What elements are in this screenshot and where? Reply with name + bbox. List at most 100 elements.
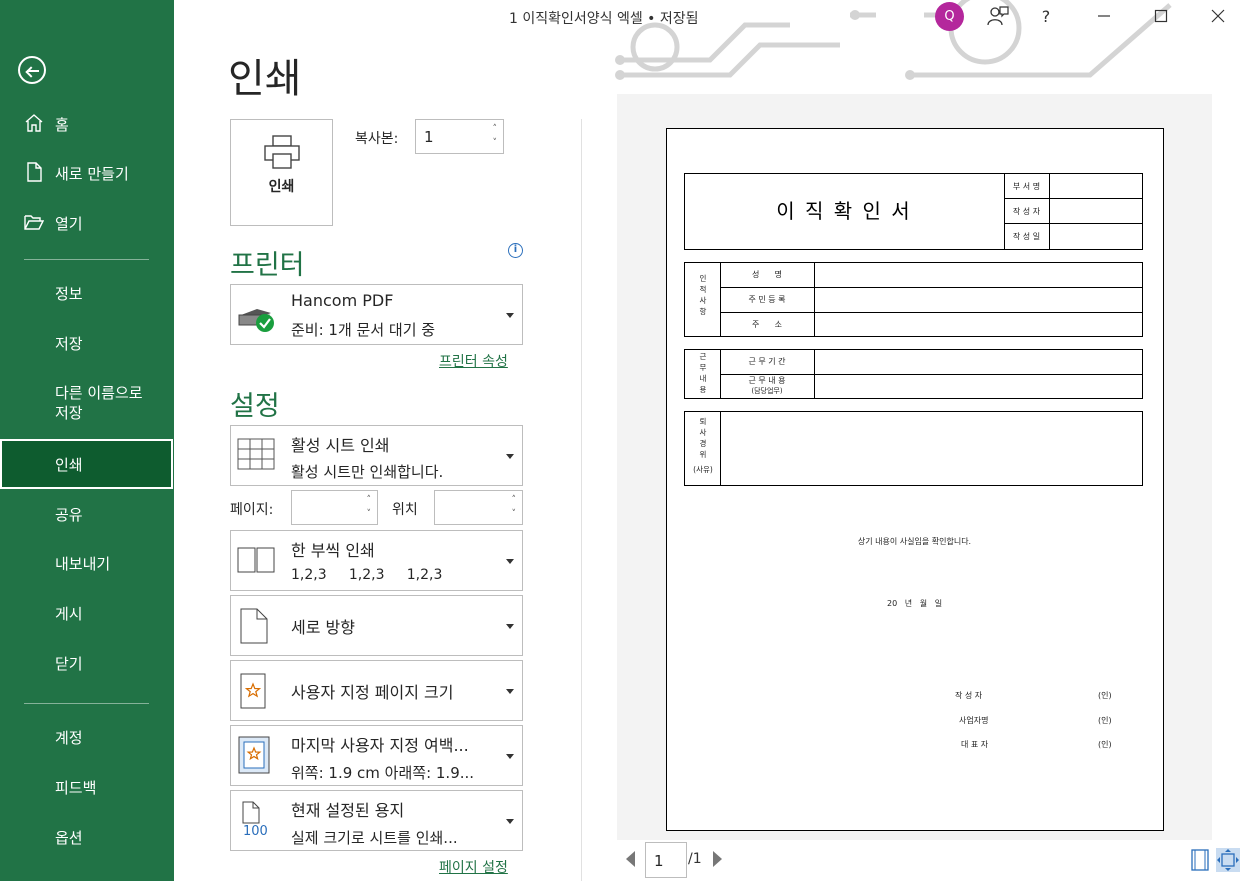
approval-label: 부 서 명: [1012, 182, 1041, 191]
orientation-dropdown[interactable]: 세로 방향: [230, 595, 523, 656]
pages-to-input[interactable]: ˄ ˅: [434, 490, 523, 525]
work-section-label: 근무내용: [699, 352, 707, 394]
paper-size-dropdown[interactable]: 사용자 지정 페이지 크기: [230, 660, 523, 721]
page-number-value: 1: [654, 852, 664, 870]
spin-arrows-icon[interactable]: ˄ ˅: [512, 493, 517, 521]
pages-label: 페이지:: [230, 502, 274, 518]
backstage-sidebar: 홈 새로 만들기 열기 정보 저장 다른 이름으로 저장 인쇄 공유 내보내기 …: [0, 0, 174, 881]
title-bar-field: [876, 9, 924, 23]
personal-row-label: 성 명: [752, 270, 782, 279]
printer-properties-link[interactable]: 프린터 속성: [439, 351, 508, 371]
sidebar-item-print[interactable]: 인쇄: [0, 439, 173, 489]
printer-heading: 프린터: [230, 250, 305, 281]
collate-title: 한 부씩 인쇄: [291, 541, 375, 560]
sidebar-item-home[interactable]: 홈: [0, 99, 174, 149]
reason-section-label: 퇴사경위: [699, 417, 707, 459]
sidebar-item-new[interactable]: 새로 만들기: [0, 148, 174, 198]
panel-divider: [581, 119, 582, 881]
pages-from-input[interactable]: ˄ ˅: [291, 490, 378, 525]
personal-section-label: 인적사항: [699, 274, 707, 316]
sidebar-item-export[interactable]: 내보내기: [0, 538, 174, 588]
maximize-icon[interactable]: [1149, 4, 1173, 28]
window-title: 1 이직확인서양식 엑셀 • 저장됨: [509, 11, 699, 27]
sidebar-item-save-as[interactable]: 다른 이름으로 저장: [0, 378, 174, 428]
approval-label: 작 성 자: [1012, 207, 1041, 216]
sidebar-item-label: 저장: [55, 404, 83, 422]
sidebar-item-label: 인쇄: [55, 455, 83, 474]
sidebar-item-label: 공유: [55, 505, 83, 524]
sidebar-item-feedback[interactable]: 피드백: [0, 762, 174, 812]
sidebar-item-label: 다른 이름으로: [55, 384, 143, 402]
print-button[interactable]: 인쇄: [230, 119, 333, 226]
scaling-dropdown[interactable]: 100 현재 설정된 용지 실제 크기로 시트를 인쇄...: [230, 790, 523, 851]
reason-section-sublabel: (사유): [693, 465, 713, 474]
chevron-down-icon: [506, 559, 514, 564]
printer-status: 준비: 1개 문서 대기 중: [291, 321, 436, 339]
margins-dropdown[interactable]: 마지막 사용자 지정 여백... 위쪽: 1.9 cm 아래쪽: 1.9...: [230, 725, 523, 786]
margins-title: 마지막 사용자 지정 여백...: [291, 736, 469, 755]
sidebar-item-label: 홈: [55, 115, 69, 134]
copies-stepper[interactable]: 1 ˄ ˅: [415, 119, 504, 154]
sidebar-item-label: 게시: [55, 604, 83, 623]
approval-label: 작 성 일: [1012, 232, 1041, 241]
spin-arrows-icon[interactable]: ˄ ˅: [367, 493, 372, 521]
collate-desc: 1,2,3 1,2,3 1,2,3: [291, 567, 443, 583]
zoom-to-page-icon[interactable]: [1216, 848, 1240, 872]
sidebar-item-close[interactable]: 닫기: [0, 638, 174, 688]
sidebar-item-label: 피드백: [55, 778, 97, 797]
collate-icon: [237, 547, 275, 573]
show-margins-icon[interactable]: [1188, 848, 1212, 872]
account-avatar[interactable]: Q: [935, 2, 964, 31]
sidebar-item-label: 옵션: [55, 828, 83, 847]
chevron-down-icon: [506, 754, 514, 759]
doc-title: 이 직 확 인 서: [776, 199, 912, 223]
sidebar-item-share[interactable]: 공유: [0, 489, 174, 539]
copies-label: 복사본:: [355, 131, 399, 147]
share-person-icon[interactable]: [986, 4, 1010, 28]
seal-mark: (인): [1098, 716, 1112, 725]
sidebar-item-label: 닫기: [55, 654, 83, 673]
sidebar-item-label: 내보내기: [55, 554, 111, 573]
next-page-icon[interactable]: [713, 851, 722, 867]
minimize-icon[interactable]: [1092, 4, 1116, 28]
sidebar-item-label: 저장: [55, 334, 83, 353]
info-icon[interactable]: i: [508, 243, 523, 258]
sidebar-item-options[interactable]: 옵션: [0, 812, 174, 862]
paper-size-label: 사용자 지정 페이지 크기: [291, 683, 454, 702]
settings-heading: 설정: [230, 391, 280, 422]
sidebar-item-publish[interactable]: 게시: [0, 588, 174, 638]
pages-to-label: 위치: [392, 502, 418, 518]
custom-page-size-icon: [240, 673, 266, 709]
seal-mark: (인): [1098, 740, 1112, 749]
personal-row-label: 주 민 등 록: [748, 295, 786, 304]
page-number-input[interactable]: 1: [645, 842, 687, 878]
spin-arrows-icon[interactable]: ˄ ˅: [493, 122, 498, 150]
close-icon[interactable]: [1206, 4, 1230, 28]
print-scope-title: 활성 시트 인쇄: [291, 436, 390, 455]
personal-row-label: 주 소: [752, 320, 782, 329]
sign-label: 작 성 자: [955, 691, 983, 700]
preview-page: 이 직 확 인 서 부 서 명 작 성 자 작 성 일 인적사항 성 명 주 민…: [666, 128, 1164, 831]
work-row-sublabel: (담당업무): [751, 387, 783, 395]
sidebar-item-account[interactable]: 계정: [0, 712, 174, 762]
copies-value: 1: [424, 128, 434, 146]
sidebar-item-label: 새로 만들기: [55, 164, 129, 183]
work-row-label: 근 무 내 용: [748, 376, 786, 385]
help-icon[interactable]: ?: [1034, 4, 1058, 28]
page-setup-link[interactable]: 페이지 설정: [439, 857, 508, 877]
print-scope-dropdown[interactable]: 활성 시트 인쇄 활성 시트만 인쇄합니다.: [230, 425, 523, 486]
work-row-label: 근 무 기 간: [748, 357, 786, 366]
sidebar-item-save[interactable]: 저장: [0, 318, 174, 368]
sidebar-item-label: 계정: [55, 728, 83, 747]
sidebar-item-open[interactable]: 열기: [0, 198, 174, 248]
printer-dropdown[interactable]: Hancom PDF 준비: 1개 문서 대기 중: [230, 284, 523, 345]
previous-page-icon[interactable]: [626, 851, 635, 867]
sidebar-item-label: 열기: [55, 214, 83, 233]
back-arrow-icon[interactable]: [18, 56, 46, 84]
sidebar-divider: [24, 259, 149, 260]
collate-dropdown[interactable]: 한 부씩 인쇄 1,2,3 1,2,3 1,2,3: [230, 530, 523, 591]
sidebar-item-info[interactable]: 정보: [0, 268, 174, 318]
margins-desc: 위쪽: 1.9 cm 아래쪽: 1.9...: [291, 764, 475, 782]
print-button-label: 인쇄: [268, 179, 295, 195]
confirm-text: 상기 내용이 사실임을 확인합니다.: [857, 537, 972, 546]
